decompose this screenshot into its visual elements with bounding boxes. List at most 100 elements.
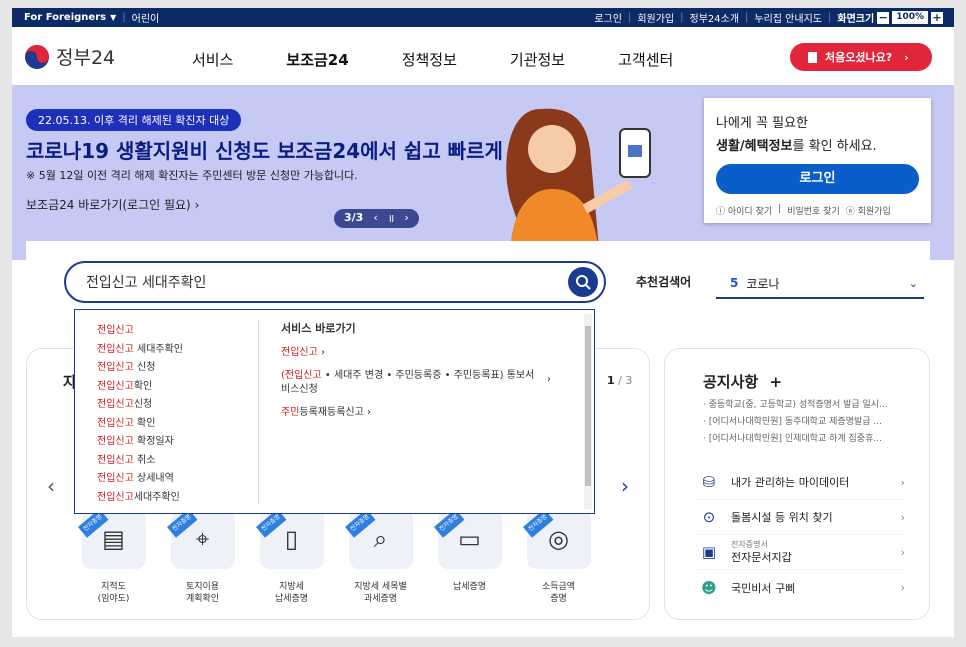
zoom-in-button[interactable]: +	[931, 11, 943, 24]
hero-banner[interactable]: 22.05.13. 이후 격리 해제된 확진자 대상 코로나19 생활지원비 신…	[12, 85, 954, 260]
next-icon[interactable]: ›	[404, 211, 408, 226]
quick-label: 돌봄시설 등 위치 찾기	[731, 511, 833, 524]
service-item[interactable]: 전자증명 ▭ 납세증명	[425, 509, 514, 605]
login-link[interactable]: 로그인	[594, 10, 622, 25]
search-section: 전입신고 세대주확인 추천검색어 5 코로나 ⌄	[26, 241, 930, 317]
shortcut-title: 서비스 바로가기	[281, 322, 356, 335]
search-input[interactable]: 전입신고 세대주확인	[64, 261, 606, 303]
plus-icon[interactable]: +	[769, 373, 782, 391]
suggestion-item[interactable]: 전입신고 신청	[97, 359, 183, 378]
children-link[interactable]: 어린이	[132, 10, 160, 25]
scrollbar-thumb[interactable]	[585, 326, 591, 486]
chevron-right-icon: ›	[900, 510, 905, 524]
service-item[interactable]: 전자증명 ▯ 지방세 납세증명	[247, 509, 336, 605]
suggestion-item[interactable]: 전입신고 취소	[97, 452, 183, 471]
banner-subtext: ※ 5월 12일 이전 격리 해제 확진자는 주민센터 방문 신청만 가능합니다…	[26, 169, 358, 182]
login-box-line2: 생활/혜택정보를 확인 하세요.	[716, 139, 877, 154]
service-name: 소득금액 증명	[541, 582, 576, 604]
menu-policy[interactable]: 정책정보	[402, 49, 457, 70]
suggestion-item[interactable]: 전입신고신청	[97, 396, 183, 415]
main-menu: 서비스 보조금24 정책정보 기관정보 고객센터	[192, 49, 726, 70]
login-box-line1: 나에게 꼭 필요한	[716, 116, 808, 131]
suggestion-item[interactable]: 전입신고세대주확인	[97, 489, 183, 508]
signup-link[interactable]: 회원가입	[637, 10, 674, 25]
chevron-right-icon: ›	[900, 581, 905, 594]
service-list: 전자증명 ▤ 지적도 (임야도) 전자증명 ⌖ 토지이용 계획확인 전자증명 ▯ 지방세 납…	[69, 509, 603, 605]
quick-label: 국민비서 구삐	[731, 581, 796, 595]
logo[interactable]: 정부24	[24, 43, 115, 70]
recommend-word: 코로나	[746, 276, 780, 291]
quick-wallet[interactable]: ▣ 전자증명서 전자문서지갑 ›	[695, 535, 905, 570]
chevron-right-icon: ›	[904, 50, 909, 64]
notice-list: · 중등학교(중, 고등학교) 성적증명서 발급 일시... · [어디서나대학…	[703, 397, 888, 448]
zoom-level: 100%	[892, 11, 928, 24]
suggestion-item[interactable]: 전입신고 상세내역	[97, 470, 183, 489]
foreigners-link[interactable]: For Foreigners	[24, 12, 106, 23]
prev-arrow-icon[interactable]: ‹	[47, 474, 55, 498]
suggestion-item[interactable]: 전입신고	[97, 322, 183, 341]
notice-item[interactable]: · [어디서나대학민원] 동주대학교 제증명발급 ...	[703, 414, 888, 431]
chevron-right-icon: ›	[900, 475, 905, 489]
shortcut-item[interactable]: 주민등록재등록신고 ›	[281, 406, 561, 420]
notice-card: 공지사항 + · 중등학교(중, 고등학교) 성적증명서 발급 일시... · …	[664, 348, 930, 620]
pause-icon[interactable]: ॥	[388, 211, 395, 226]
suggestion-item[interactable]: 전입신고 확인	[97, 415, 183, 434]
notice-item[interactable]: · 중등학교(중, 고등학교) 성적증명서 발급 일시...	[703, 397, 888, 414]
suggestion-item[interactable]: 전입신고 세대주확인	[97, 341, 183, 360]
shortcut-item[interactable]: (전입신고 • 세대주 변경 • 주민등록증 • 주민등록표) 통보서 비스신청…	[281, 369, 561, 397]
join-link[interactable]: ⓐ 회원가입	[846, 204, 891, 217]
banner-link[interactable]: 보조금24 바로가기(로그인 필요) ›	[26, 196, 199, 213]
search-button[interactable]	[568, 267, 598, 297]
recommend-label: 추천검색어	[636, 275, 692, 289]
login-links: ⓘ 아이디 찾기 | 비밀번호 찾기 ⓐ 회원가입	[716, 204, 891, 217]
quick-mydata[interactable]: ⛁ 내가 관리하는 마이데이터 ›	[695, 465, 905, 500]
service-shortcuts: 서비스 바로가기 전입신고 › (전입신고 • 세대주 변경 • 주민등록증 •…	[281, 320, 561, 429]
recommend-select[interactable]: 5 코로나 ⌄	[716, 269, 924, 299]
woman-illustration	[506, 108, 651, 260]
utility-bar: For Foreigners ▼ | 어린이 로그인 | 회원가입 | 정부24소개…	[12, 8, 954, 27]
intro-link[interactable]: 정부24소개	[690, 10, 740, 25]
logo-text: 정부24	[56, 47, 116, 69]
next-arrow-icon[interactable]: ›	[621, 474, 629, 498]
service-name: 납세증명	[452, 582, 487, 592]
service-item[interactable]: 전자증명 ◎ 소득금액 증명	[514, 509, 603, 605]
menu-services[interactable]: 서비스	[192, 49, 233, 70]
quick-location[interactable]: ⊙ 돌봄시설 등 위치 찾기 ›	[695, 500, 905, 535]
shortcut-item[interactable]: 전입신고 ›	[281, 346, 561, 360]
banner-tag: 22.05.13. 이후 격리 해제된 확진자 대상	[26, 109, 242, 131]
suggestion-item[interactable]: 전입신고확인	[97, 378, 183, 397]
location-icon: ⌖	[195, 525, 210, 553]
service-item[interactable]: 전자증명 ▤ 지적도 (임야도)	[69, 509, 158, 605]
notice-item[interactable]: · [어디서나대학민원] 인제대학교 하계 집중휴...	[703, 431, 888, 448]
login-button[interactable]: 로그인	[716, 164, 919, 194]
map-icon: ▤	[102, 525, 125, 553]
menu-agency[interactable]: 기관정보	[510, 49, 565, 70]
find-pw-link[interactable]: 비밀번호 찾기	[787, 204, 840, 217]
service-item[interactable]: 전자증명 ⌕ 지방세 세목별 과세증명	[336, 509, 425, 605]
service-name: 지방세 납세증명	[274, 582, 309, 604]
find-id-link[interactable]: ⓘ 아이디 찾기	[716, 204, 772, 217]
chevron-down-icon[interactable]: ▼	[110, 13, 116, 22]
quick-links: ⛁ 내가 관리하는 마이데이터 › ⊙ 돌봄시설 등 위치 찾기 › ▣ 전자증명서 전자문…	[695, 465, 905, 605]
quick-label: 내가 관리하는 마이데이터	[731, 476, 850, 489]
menu-subsidy[interactable]: 보조금24	[286, 49, 348, 70]
banner-pager: 3/3 ‹ ॥ ›	[334, 209, 419, 228]
zoom-out-button[interactable]: −	[877, 11, 890, 24]
prev-icon[interactable]: ‹	[373, 211, 377, 226]
divider	[258, 320, 259, 504]
dropdown-scrollbar[interactable]	[584, 314, 592, 509]
chart-search-icon: ⌕	[373, 525, 388, 553]
coins-doc-icon: ▭	[458, 525, 481, 553]
service-item[interactable]: 전자증명 ⌖ 토지이용 계획확인	[158, 509, 247, 605]
sitemap-link[interactable]: 누리집 안내지도	[754, 10, 822, 25]
quick-bot[interactable]: ☻ 국민비서 구삐 ›	[695, 570, 905, 605]
screen-size-label: 화면크기	[837, 14, 875, 25]
notice-title[interactable]: 공지사항 +	[703, 371, 782, 392]
menu-support[interactable]: 고객센터	[618, 49, 673, 70]
quick-label: 전자문서지갑	[731, 550, 792, 564]
suggestion-item[interactable]: 전입신고 확정일자	[97, 433, 183, 452]
first-visit-button[interactable]: 처음오셨나요? ›	[790, 43, 932, 71]
first-visit-label: 처음오셨나요?	[825, 51, 893, 64]
services-pager: 1 / 3	[607, 374, 633, 387]
bookmark-icon	[808, 51, 817, 63]
